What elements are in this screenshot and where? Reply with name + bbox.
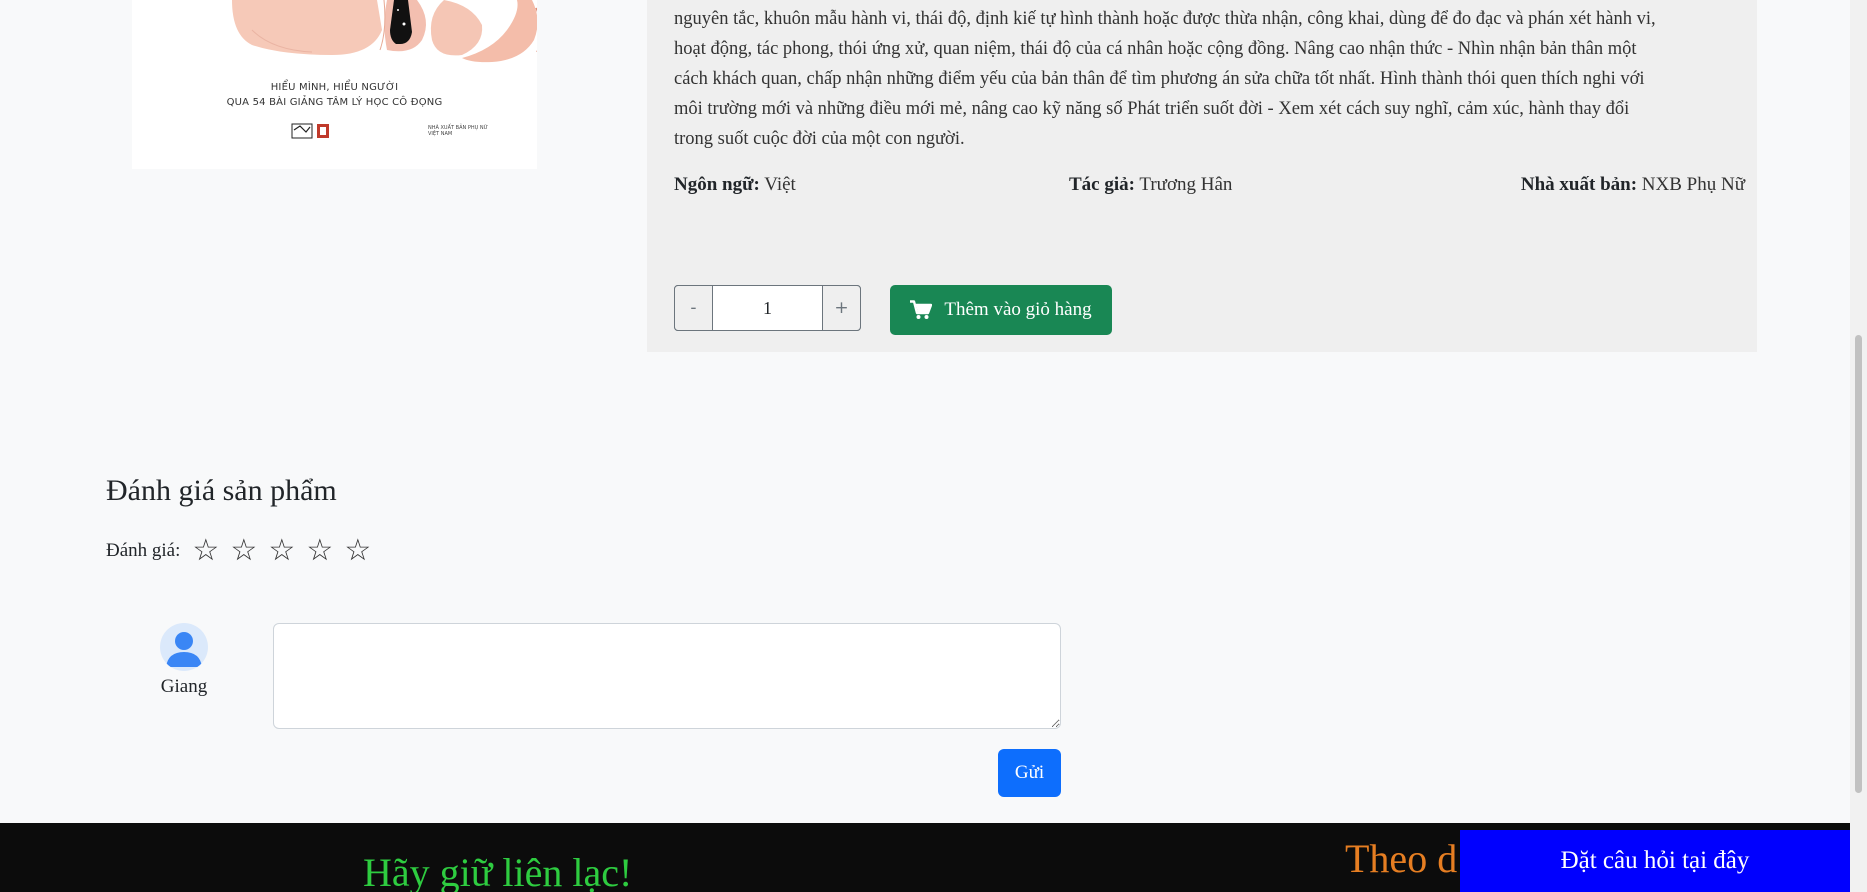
- quantity-input[interactable]: 1: [713, 286, 822, 330]
- rating-row: Đánh giá: ☆ ☆ ☆ ☆ ☆: [106, 534, 382, 568]
- rating-star-1[interactable]: ☆: [192, 534, 230, 568]
- footer-contact-heading: Hãy giữ liên lạc!: [363, 850, 633, 892]
- reviewer-info: Giang: [154, 623, 214, 698]
- send-review-button[interactable]: Gửi: [998, 749, 1061, 797]
- quantity-increase-button[interactable]: +: [822, 285, 861, 331]
- rating-star-2[interactable]: ☆: [230, 534, 268, 568]
- book-cover-image: HIỂU MÌNH, HIỂU NGƯỜI QUA 54 BÀI GIẢNG T…: [132, 0, 537, 169]
- rating-star-5[interactable]: ☆: [344, 534, 382, 568]
- quantity-decrease-button[interactable]: -: [674, 285, 713, 331]
- description-line: hoạt động, tác phong, thói ứng xử, quan …: [674, 39, 1637, 59]
- description-line: cách khách quan, chấp nhận những điểm yế…: [674, 69, 1645, 89]
- footer-follow-heading: Theo d: [1345, 836, 1458, 881]
- scrollbar-thumb[interactable]: [1855, 335, 1862, 793]
- add-to-cart-label: Thêm vào giỏ hàng: [944, 299, 1092, 320]
- cover-publisher-mark: NHÀ XUẤT BẢN PHỤ NỮ VIỆT NAM: [428, 125, 488, 137]
- language-value: Việt: [764, 174, 796, 195]
- ask-question-button[interactable]: Đặt câu hỏi tại đây: [1460, 830, 1850, 892]
- author-value: Trương Hân: [1139, 174, 1233, 195]
- language-label: Ngôn ngữ:: [674, 174, 760, 195]
- comment-textarea[interactable]: [273, 623, 1061, 729]
- user-icon: [166, 632, 202, 667]
- quantity-stepper: - 1 +: [674, 285, 861, 331]
- cart-icon: [910, 300, 933, 319]
- publisher-info: Nhà xuất bản: NXB Phụ Nữ: [1521, 174, 1745, 196]
- author-info: Tác giả: Trương Hân: [1069, 174, 1232, 196]
- product-detail-page: HIỂU MÌNH, HIỂU NGƯỜI QUA 54 BÀI GIẢNG T…: [0, 0, 1867, 892]
- description-line: nguyên tắc, khuôn mẫu hành vi, thái độ, …: [674, 9, 1656, 29]
- avatar: [160, 623, 208, 671]
- reviewer-name: Giang: [160, 676, 208, 697]
- page-scrollbar[interactable]: [1850, 0, 1867, 892]
- rating-star-3[interactable]: ☆: [268, 534, 306, 568]
- add-to-cart-button[interactable]: Thêm vào giỏ hàng: [890, 285, 1112, 335]
- product-info-panel: nguyên tắc, khuôn mẫu hành vi, thái độ, …: [647, 0, 1757, 352]
- product-description: nguyên tắc, khuôn mẫu hành vi, thái độ, …: [674, 4, 1754, 154]
- description-line: môi trường mới và những điều mới mẻ, nân…: [674, 99, 1630, 119]
- review-section-title: Đánh giá sản phẩm: [106, 474, 337, 507]
- cover-subtitle-line1: HIỂU MÌNH, HIỂU NGƯỜI: [270, 82, 399, 93]
- language-info: Ngôn ngữ: Việt: [674, 174, 796, 196]
- publisher-label: Nhà xuất bản:: [1520, 174, 1638, 195]
- rating-label: Đánh giá:: [106, 540, 181, 561]
- publisher-value: NXB Phụ Nữ: [1641, 174, 1745, 195]
- description-line: trong suốt cuộc đời của một con người.: [674, 129, 965, 149]
- cover-subtitle-line2: QUA 54 BÀI GIẢNG TÂM LÝ HỌC CÔ ĐỌNG: [226, 97, 443, 108]
- rating-star-4[interactable]: ☆: [306, 534, 344, 568]
- author-label: Tác giả:: [1069, 174, 1135, 195]
